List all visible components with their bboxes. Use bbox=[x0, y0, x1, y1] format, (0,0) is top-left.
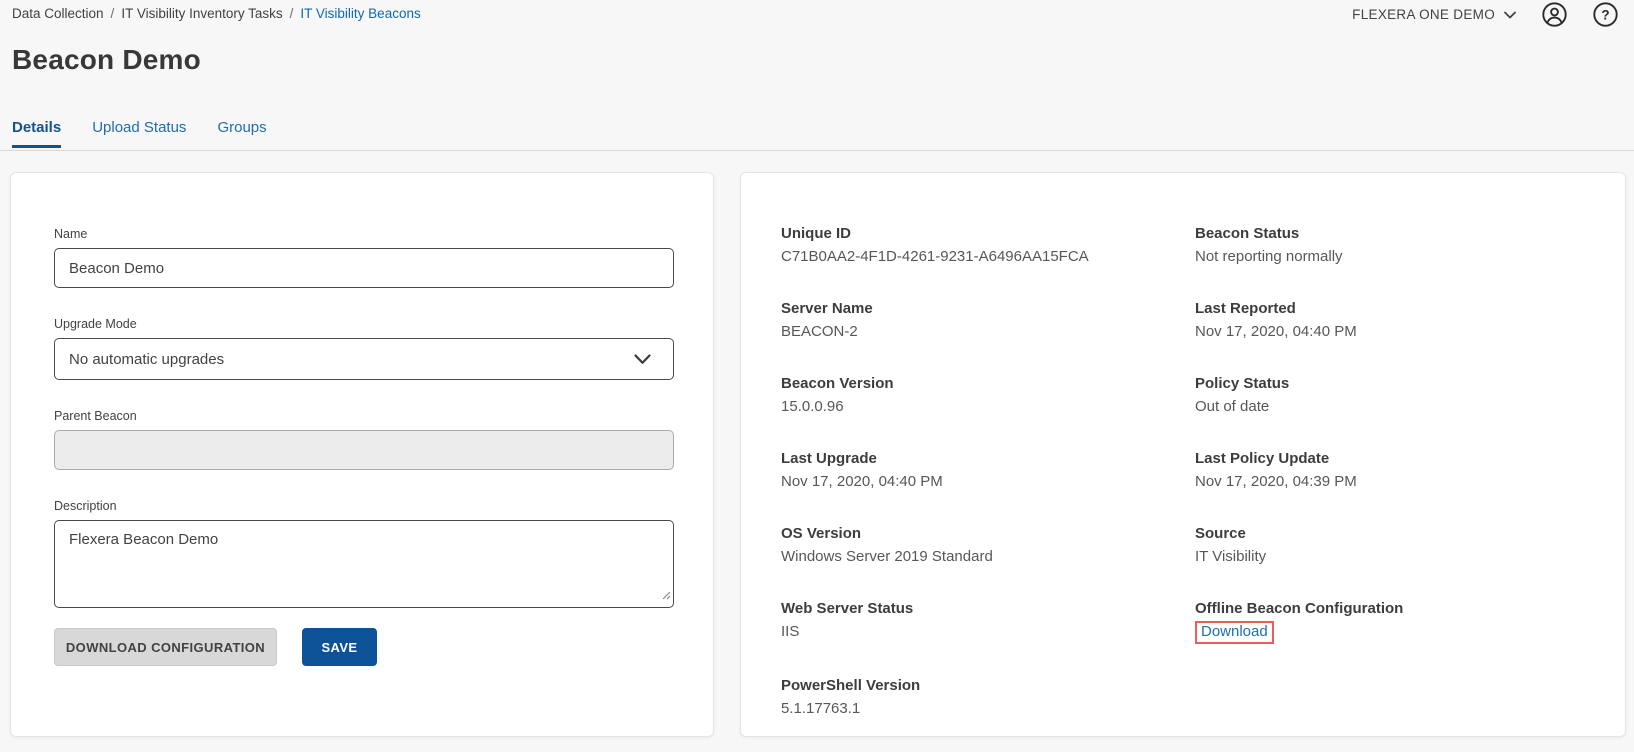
upgrade-mode-select[interactable]: No automatic upgrades bbox=[54, 338, 674, 380]
detail-web-server-status: Web Server Status IIS bbox=[781, 600, 1195, 644]
org-switcher-button[interactable]: FLEXERA ONE DEMO bbox=[1352, 7, 1516, 22]
detail-unique-id: Unique ID C71B0AA2-4F1D-4261-9231-A6496A… bbox=[781, 225, 1195, 267]
help-icon[interactable]: ? bbox=[1593, 2, 1618, 27]
org-label: FLEXERA ONE DEMO bbox=[1352, 7, 1495, 22]
tab-groups[interactable]: Groups bbox=[217, 119, 266, 148]
breadcrumb: Data Collection / IT Visibility Inventor… bbox=[12, 6, 421, 21]
detail-os-version: OS Version Windows Server 2019 Standard bbox=[781, 525, 1195, 567]
name-input[interactable] bbox=[54, 248, 674, 288]
download-link-highlight-box: Download bbox=[1195, 621, 1274, 644]
parent-beacon-input bbox=[54, 430, 674, 470]
parent-beacon-field-label: Parent Beacon bbox=[54, 409, 674, 423]
tab-upload-status[interactable]: Upload Status bbox=[92, 119, 186, 148]
detail-last-upgrade: Last Upgrade Nov 17, 2020, 04:40 PM bbox=[781, 450, 1195, 492]
upgrade-mode-field-group: Upgrade Mode No automatic upgrades bbox=[54, 317, 674, 380]
chevron-down-icon bbox=[634, 354, 651, 365]
save-button[interactable]: SAVE bbox=[302, 628, 377, 666]
breadcrumb-separator: / bbox=[290, 6, 294, 21]
detail-powershell-version: PowerShell Version 5.1.17763.1 bbox=[781, 677, 1195, 719]
breadcrumb-item-it-visibility-beacons[interactable]: IT Visibility Beacons bbox=[300, 6, 420, 21]
description-textarea[interactable]: Flexera Beacon Demo bbox=[54, 520, 674, 608]
breadcrumb-separator: / bbox=[111, 6, 115, 21]
svg-text:?: ? bbox=[1601, 7, 1609, 22]
page-title: Beacon Demo bbox=[12, 44, 201, 76]
detail-last-reported: Last Reported Nov 17, 2020, 04:40 PM bbox=[1195, 300, 1625, 342]
beacon-details-grid: Unique ID C71B0AA2-4F1D-4261-9231-A6496A… bbox=[741, 173, 1625, 752]
name-field-group: Name bbox=[54, 227, 674, 288]
upgrade-mode-selected-value: No automatic upgrades bbox=[69, 351, 224, 368]
detail-empty-cell bbox=[1195, 677, 1625, 719]
description-field-group: Description Flexera Beacon Demo bbox=[54, 499, 674, 608]
parent-beacon-field-group: Parent Beacon bbox=[54, 409, 674, 470]
detail-policy-status: Policy Status Out of date bbox=[1195, 375, 1625, 417]
account-cluster: FLEXERA ONE DEMO ? bbox=[1352, 2, 1618, 27]
form-button-row: DOWNLOAD CONFIGURATION SAVE bbox=[54, 628, 713, 666]
chevron-down-icon bbox=[1504, 11, 1516, 19]
detail-offline-beacon-configuration: Offline Beacon Configuration Download bbox=[1195, 600, 1625, 644]
description-field-label: Description bbox=[54, 499, 674, 513]
tab-details[interactable]: Details bbox=[12, 119, 61, 148]
tab-bar: Details Upload Status Groups bbox=[12, 119, 267, 148]
detail-last-policy-update: Last Policy Update Nov 17, 2020, 04:39 P… bbox=[1195, 450, 1625, 492]
beacon-edit-card: Name Upgrade Mode No automatic upgrades … bbox=[10, 172, 714, 737]
name-field-label: Name bbox=[54, 227, 674, 241]
detail-beacon-version: Beacon Version 15.0.0.96 bbox=[781, 375, 1195, 417]
tabs-divider bbox=[0, 150, 1634, 151]
upgrade-mode-field-label: Upgrade Mode bbox=[54, 317, 674, 331]
breadcrumb-item-it-visibility-inventory-tasks[interactable]: IT Visibility Inventory Tasks bbox=[121, 6, 282, 21]
beacon-edit-form: Name Upgrade Mode No automatic upgrades … bbox=[11, 173, 713, 666]
download-link[interactable]: Download bbox=[1201, 623, 1268, 640]
detail-server-name: Server Name BEACON-2 bbox=[781, 300, 1195, 342]
beacon-details-card: Unique ID C71B0AA2-4F1D-4261-9231-A6496A… bbox=[740, 172, 1626, 737]
breadcrumb-item-data-collection[interactable]: Data Collection bbox=[12, 6, 104, 21]
detail-beacon-status: Beacon Status Not reporting normally bbox=[1195, 225, 1625, 267]
detail-source: Source IT Visibility bbox=[1195, 525, 1625, 567]
download-configuration-button[interactable]: DOWNLOAD CONFIGURATION bbox=[54, 628, 277, 666]
account-icon[interactable] bbox=[1542, 2, 1567, 27]
